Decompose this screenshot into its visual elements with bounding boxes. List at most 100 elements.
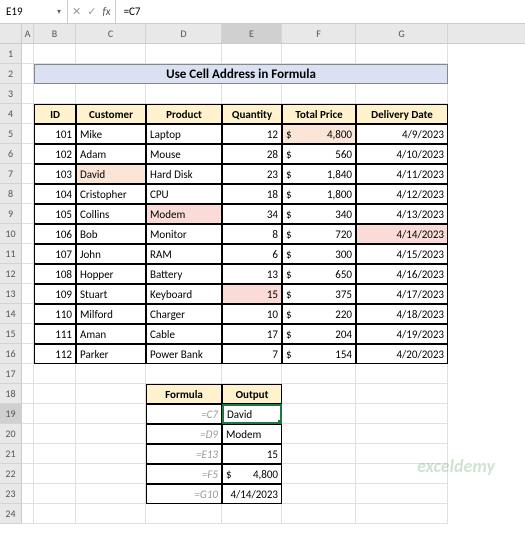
cell[interactable] xyxy=(76,424,146,444)
cell-qty[interactable]: 10 xyxy=(222,304,282,324)
cell-qty[interactable]: 12 xyxy=(222,124,282,144)
cell[interactable] xyxy=(22,144,34,164)
cell-qty[interactable]: 15 xyxy=(222,284,282,304)
header-quantity[interactable]: Quantity xyxy=(222,104,282,124)
cell[interactable] xyxy=(34,444,76,464)
formula-cell[interactable]: =D9 xyxy=(146,424,222,444)
cell[interactable] xyxy=(356,424,448,444)
cell[interactable] xyxy=(22,464,34,484)
cell-date[interactable]: 4/17/2023 xyxy=(356,284,448,304)
cell-date[interactable]: 4/16/2023 xyxy=(356,264,448,284)
header-id[interactable]: ID xyxy=(34,104,76,124)
fx-icon[interactable]: fx xyxy=(102,5,110,18)
cell[interactable] xyxy=(34,424,76,444)
cell-qty[interactable]: 18 xyxy=(222,184,282,204)
output-cell[interactable]: $4,800 xyxy=(222,464,282,484)
formula-cell[interactable]: =F5 xyxy=(146,464,222,484)
cell[interactable] xyxy=(22,344,34,364)
row-header[interactable]: 15 xyxy=(0,324,22,344)
cell[interactable] xyxy=(222,504,282,524)
cell[interactable] xyxy=(282,504,356,524)
cell-date[interactable]: 4/18/2023 xyxy=(356,304,448,324)
row-header[interactable]: 16 xyxy=(0,344,22,364)
output-cell[interactable]: 4/14/2023 xyxy=(222,484,282,504)
cell-date[interactable]: 4/14/2023 xyxy=(356,224,448,244)
cell[interactable] xyxy=(282,364,356,384)
row-header[interactable]: 11 xyxy=(0,244,22,264)
cell[interactable] xyxy=(76,464,146,484)
cell-price[interactable]: $560 xyxy=(282,144,356,164)
cell-id[interactable]: 103 xyxy=(34,164,76,184)
cell-date[interactable]: 4/12/2023 xyxy=(356,184,448,204)
cell[interactable] xyxy=(22,44,34,64)
cell[interactable] xyxy=(34,364,76,384)
cell-customer[interactable]: John xyxy=(76,244,146,264)
cell[interactable] xyxy=(282,384,356,404)
cell[interactable] xyxy=(356,84,448,104)
row-header[interactable]: 7 xyxy=(0,164,22,184)
cell[interactable] xyxy=(22,224,34,244)
cell-product[interactable]: Power Bank xyxy=(146,344,222,364)
formula-cell[interactable]: =E13 xyxy=(146,444,222,464)
col-header-e[interactable]: E xyxy=(222,24,282,43)
cell-customer[interactable]: Cristopher xyxy=(76,184,146,204)
cell[interactable] xyxy=(22,244,34,264)
row-header[interactable]: 9 xyxy=(0,204,22,224)
cell-customer[interactable]: David xyxy=(76,164,146,184)
row-header[interactable]: 4 xyxy=(0,104,22,124)
cell-price[interactable]: $300 xyxy=(282,244,356,264)
cell[interactable] xyxy=(282,84,356,104)
cell-id[interactable]: 102 xyxy=(34,144,76,164)
cell[interactable] xyxy=(34,84,76,104)
cell[interactable] xyxy=(34,404,76,424)
cell-customer[interactable]: Adam xyxy=(76,144,146,164)
cell[interactable] xyxy=(146,364,222,384)
cell-customer[interactable]: Stuart xyxy=(76,284,146,304)
output-cell[interactable]: Modem xyxy=(222,424,282,444)
cell-price[interactable]: $650 xyxy=(282,264,356,284)
cell-customer[interactable]: Mike xyxy=(76,124,146,144)
cell[interactable] xyxy=(34,44,76,64)
cell[interactable] xyxy=(22,404,34,424)
header-product[interactable]: Product xyxy=(146,104,222,124)
cell-date[interactable]: 4/20/2023 xyxy=(356,344,448,364)
cell-price[interactable]: $4,800 xyxy=(282,124,356,144)
title-cell[interactable]: Use Cell Address in Formula xyxy=(34,64,448,84)
cell-id[interactable]: 112 xyxy=(34,344,76,364)
cell[interactable] xyxy=(76,44,146,64)
cell-qty[interactable]: 28 xyxy=(222,144,282,164)
cell[interactable] xyxy=(22,124,34,144)
cell[interactable] xyxy=(22,64,34,84)
cell-date[interactable]: 4/15/2023 xyxy=(356,244,448,264)
cell-customer[interactable]: Parker xyxy=(76,344,146,364)
row-header[interactable]: 21 xyxy=(0,444,22,464)
cell-qty[interactable]: 17 xyxy=(222,324,282,344)
row-header[interactable]: 23 xyxy=(0,484,22,504)
cell[interactable] xyxy=(146,504,222,524)
cell-product[interactable]: Hard Disk xyxy=(146,164,222,184)
dropdown-icon[interactable]: ▾ xyxy=(57,7,61,17)
cell-customer[interactable]: Milford xyxy=(76,304,146,324)
col-header-d[interactable]: D xyxy=(146,24,222,43)
cell[interactable] xyxy=(356,44,448,64)
row-header[interactable]: 2 xyxy=(0,64,22,84)
cell-id[interactable]: 101 xyxy=(34,124,76,144)
row-header[interactable]: 19 xyxy=(0,404,22,424)
output-cell[interactable]: 15 xyxy=(222,444,282,464)
cell[interactable] xyxy=(22,104,34,124)
cell-qty[interactable]: 23 xyxy=(222,164,282,184)
cell[interactable] xyxy=(22,504,34,524)
cell-price[interactable]: $340 xyxy=(282,204,356,224)
cell[interactable] xyxy=(22,324,34,344)
row-header[interactable]: 24 xyxy=(0,504,22,524)
cell[interactable] xyxy=(76,84,146,104)
row-header[interactable]: 5 xyxy=(0,124,22,144)
row-header[interactable]: 18 xyxy=(0,384,22,404)
cell-product[interactable]: Modem xyxy=(146,204,222,224)
cell-product[interactable]: Mouse xyxy=(146,144,222,164)
cell-qty[interactable]: 34 xyxy=(222,204,282,224)
cell[interactable] xyxy=(22,484,34,504)
output-cell[interactable]: David xyxy=(222,404,282,424)
cell-customer[interactable]: Aman xyxy=(76,324,146,344)
formula-cell[interactable]: =C7 xyxy=(146,404,222,424)
